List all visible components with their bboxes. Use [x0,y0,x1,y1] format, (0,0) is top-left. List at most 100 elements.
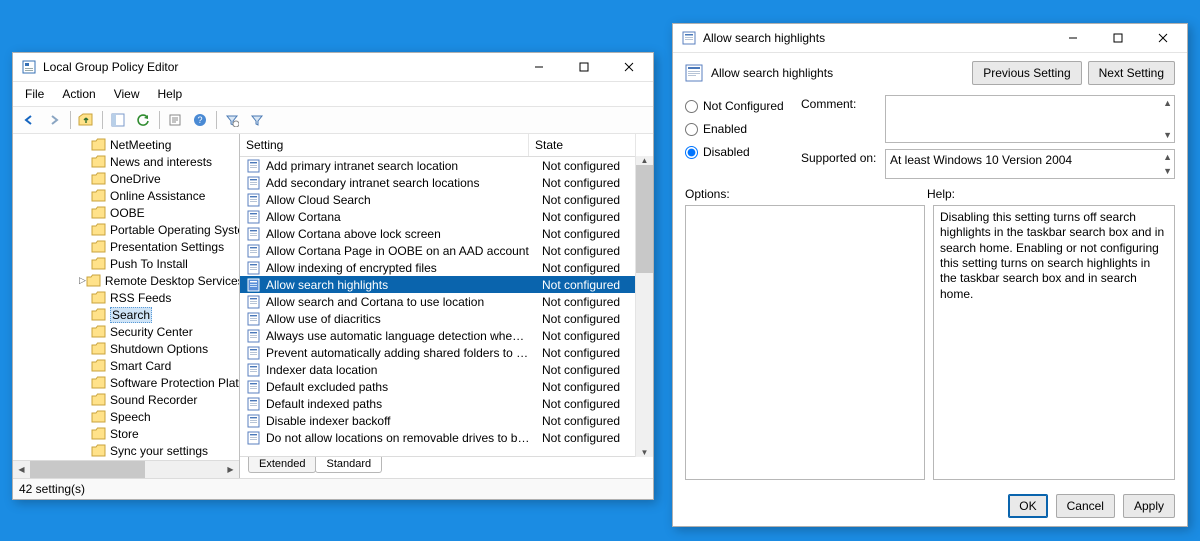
menu-view[interactable]: View [106,85,148,103]
tree-item[interactable]: Sync your settings [13,442,239,459]
settings-list[interactable]: Add primary intranet search locationNot … [240,157,653,456]
tree-item[interactable]: Presentation Settings [13,238,239,255]
previous-setting-button[interactable]: Previous Setting [972,61,1081,85]
tree-item[interactable]: Shutdown Options [13,340,239,357]
folder-icon [91,410,107,424]
supported-on-box: At least Windows 10 Version 2004 ▲▼ [885,149,1175,179]
expand-icon[interactable]: ▷ [79,275,86,286]
tree-item[interactable]: Portable Operating System [13,221,239,238]
tab-extended[interactable]: Extended [248,457,316,473]
tree-item-label: Presentation Settings [110,240,224,254]
tree-item[interactable]: Smart Card [13,357,239,374]
radio-not-configured[interactable]: Not Configured [685,97,793,115]
filter-options-button[interactable] [220,108,244,132]
cancel-button[interactable]: Cancel [1056,494,1115,518]
setting-row[interactable]: Allow Cortana above lock screenNot confi… [240,225,653,242]
tree-item[interactable]: Software Protection Platform [13,374,239,391]
setting-state: Not configured [536,278,636,292]
tree-item-label: Online Assistance [110,189,205,203]
tree-item[interactable]: Search [13,306,239,323]
radio-enabled[interactable]: Enabled [685,120,793,138]
toolbar: ? [13,106,653,134]
forward-button[interactable] [42,108,66,132]
scroll-up-button[interactable]: ▲ [636,156,653,165]
window-title: Local Group Policy Editor [43,60,516,74]
setting-row[interactable]: Always use automatic language detection … [240,327,653,344]
column-state[interactable]: State [529,134,636,156]
minimize-button[interactable] [516,53,561,81]
tab-standard[interactable]: Standard [315,457,382,473]
tree-item[interactable]: Sound Recorder [13,391,239,408]
ok-button[interactable]: OK [1008,494,1047,518]
close-button[interactable] [1140,24,1185,52]
setting-row[interactable]: Allow use of diacriticsNot configured [240,310,653,327]
tree-item[interactable]: Online Assistance [13,187,239,204]
setting-row[interactable]: Prevent automatically adding shared fold… [240,344,653,361]
horizontal-scrollbar[interactable]: ◀ ▶ [13,460,239,478]
policy-heading-icon [685,64,703,82]
setting-icon [246,295,262,309]
radio-disabled[interactable]: Disabled [685,143,793,161]
tree-item-label: Portable Operating System [110,223,239,237]
vertical-scrollbar[interactable]: ▲ ▼ [635,156,653,457]
setting-row[interactable]: Allow Cloud SearchNot configured [240,191,653,208]
list-header: Setting State [240,134,653,157]
menu-help[interactable]: Help [150,85,191,103]
show-hide-tree-button[interactable] [106,108,130,132]
minimize-button[interactable] [1050,24,1095,52]
titlebar[interactable]: Local Group Policy Editor [13,53,653,82]
next-setting-button[interactable]: Next Setting [1088,61,1175,85]
help-pane: Disabling this setting turns off search … [933,205,1175,480]
scroll-right-button[interactable]: ▶ [222,461,239,478]
folder-tree[interactable]: NetMeetingNews and interestsOneDrive Onli… [13,134,239,460]
apply-button[interactable]: Apply [1123,494,1175,518]
setting-row[interactable]: Add primary intranet search locationNot … [240,157,653,174]
setting-name: Default excluded paths [266,380,536,394]
setting-state: Not configured [536,414,636,428]
tree-item[interactable]: Push To Install [13,255,239,272]
filter-button[interactable] [245,108,269,132]
close-button[interactable] [606,53,651,81]
comment-textarea[interactable]: ▲▼ [885,95,1175,143]
tree-item[interactable]: News and interests [13,153,239,170]
menu-file[interactable]: File [17,85,52,103]
setting-row[interactable]: Indexer data locationNot configured [240,361,653,378]
help-button[interactable]: ? [188,108,212,132]
tree-item-label: Push To Install [110,257,188,271]
up-button[interactable] [74,108,98,132]
folder-icon [91,257,107,271]
setting-name: Do not allow locations on removable driv… [266,431,536,445]
tree-item[interactable]: Store [13,425,239,442]
refresh-button[interactable] [131,108,155,132]
menu-action[interactable]: Action [54,85,103,103]
maximize-button[interactable] [561,53,606,81]
export-button[interactable] [163,108,187,132]
setting-row[interactable]: Allow Cortana Page in OOBE on an AAD acc… [240,242,653,259]
tree-item-label: NetMeeting [110,138,171,152]
column-setting[interactable]: Setting [240,134,529,156]
tree-item[interactable]: RSS Feeds [13,289,239,306]
setting-row[interactable]: Default indexed pathsNot configured [240,395,653,412]
scroll-left-button[interactable]: ◀ [13,461,30,478]
setting-row[interactable]: Allow search and Cortana to use location… [240,293,653,310]
setting-row[interactable]: Allow CortanaNot configured [240,208,653,225]
tree-item[interactable]: Security Center [13,323,239,340]
setting-row[interactable]: Default excluded pathsNot configured [240,378,653,395]
setting-row[interactable]: Add secondary intranet search locationsN… [240,174,653,191]
maximize-button[interactable] [1095,24,1140,52]
tree-item[interactable]: NetMeeting [13,136,239,153]
dialog-titlebar[interactable]: Allow search highlights [673,24,1187,53]
tree-item[interactable]: OOBE [13,204,239,221]
tree-item[interactable]: Speech [13,408,239,425]
setting-state: Not configured [536,210,636,224]
tree-item[interactable]: ▷Remote Desktop Services [13,272,239,289]
back-button[interactable] [17,108,41,132]
tree-item[interactable]: OneDrive [13,170,239,187]
setting-row[interactable]: Allow indexing of encrypted filesNot con… [240,259,653,276]
scroll-down-button[interactable]: ▼ [636,448,653,457]
setting-name: Allow Cortana Page in OOBE on an AAD acc… [266,244,536,258]
setting-name: Default indexed paths [266,397,536,411]
setting-row[interactable]: Do not allow locations on removable driv… [240,429,653,446]
setting-row[interactable]: Disable indexer backoffNot configured [240,412,653,429]
setting-row[interactable]: Allow search highlightsNot configured [240,276,653,293]
